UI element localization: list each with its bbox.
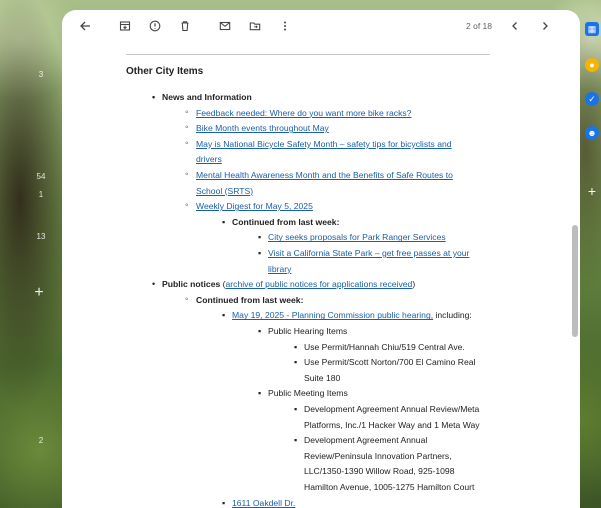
public-notices-heading: Public notices: [162, 279, 221, 290]
list-item: 1611 Oakdell Dr.: [222, 496, 295, 508]
meeting-item-peninsula-cont1: Review/Peninsula Innovation Partners,: [304, 450, 452, 461]
list-item: Bike Month events throughout May: [185, 120, 329, 137]
older-chevron-right-icon[interactable]: [532, 13, 558, 39]
mental-health-link[interactable]: Mental Health Awareness Month and the Be…: [196, 170, 453, 180]
newer-chevron-left-icon[interactable]: [502, 13, 528, 39]
mental-health-link-cont[interactable]: School (SRTS): [196, 186, 253, 196]
list-item: Feedback needed: Where do you want more …: [185, 105, 411, 122]
bike-safety-link-cont[interactable]: drivers: [196, 154, 222, 164]
news-heading: News and Information: [152, 90, 252, 106]
archive-notices-link[interactable]: archive of public notices for applicatio…: [226, 279, 413, 289]
continued-label-notices: Continued from last week:: [185, 292, 303, 309]
add-addon-icon[interactable]: +: [585, 184, 599, 198]
park-ranger-link[interactable]: City seeks proposals for Park Ranger Ser…: [268, 232, 446, 242]
section-divider: [126, 54, 490, 55]
hearing-item-norton-cont: Suite 180: [304, 372, 341, 383]
mark-unread-icon[interactable]: [212, 13, 238, 39]
delete-icon[interactable]: [172, 13, 198, 39]
list-item-continued: School (SRTS): [196, 184, 253, 200]
left-nav-rail: 3 54 1 13 + 2: [0, 0, 62, 508]
meeting-item-meta: Development Agreement Annual Review/Meta: [294, 402, 479, 418]
state-park-link[interactable]: Visit a California State Park – get free…: [268, 248, 469, 258]
message-body: Other City Items News and Information Fe…: [62, 54, 570, 508]
section-title: Other City Items: [126, 66, 204, 77]
meeting-item-peninsula-cont3: Hamilton Avenue, 1005-1275 Hamilton Cour…: [304, 482, 475, 492]
bike-safety-link[interactable]: May is National Bicycle Safety Month – s…: [196, 139, 452, 149]
bike-month-link[interactable]: Bike Month events throughout May: [196, 123, 329, 133]
list-item: City seeks proposals for Park Ranger Ser…: [258, 230, 446, 246]
hearing-suffix: including:: [433, 310, 472, 321]
add-icon[interactable]: +: [30, 284, 48, 302]
meeting-item-peninsula-cont2: LLC/1350-1390 Willow Road, 925-1098: [304, 466, 455, 477]
back-arrow-icon[interactable]: [72, 13, 98, 39]
weekly-digest-link[interactable]: Weekly Digest for May 5, 2025: [196, 201, 313, 211]
planning-commission-link[interactable]: May 19, 2025 - Planning Commission publi…: [232, 310, 433, 320]
continued-label: Continued from last week:: [222, 215, 339, 231]
right-side-panel: ▦ ● ✓ ☻ +: [579, 0, 601, 508]
list-item-continued: library: [268, 262, 291, 278]
keep-icon[interactable]: ●: [585, 58, 599, 72]
message-toolbar: 2 of 18: [62, 10, 580, 42]
tasks-icon[interactable]: ✓: [585, 92, 599, 106]
rail-count-spaces[interactable]: 1: [34, 190, 48, 199]
oakdell-link[interactable]: 1611 Oakdell Dr.: [232, 498, 295, 508]
meeting-items-label: Public Meeting Items: [258, 386, 348, 402]
calendar-icon[interactable]: ▦: [585, 22, 599, 36]
list-item: Weekly Digest for May 5, 2025: [185, 198, 313, 215]
email-reading-pane: 2 of 18 Other City Items News and Inform…: [62, 10, 580, 508]
rail-count-chat[interactable]: 54: [34, 172, 48, 181]
state-park-link-cont[interactable]: library: [268, 264, 291, 274]
list-item: Visit a California State Park – get free…: [258, 246, 469, 262]
move-to-folder-icon[interactable]: [242, 13, 268, 39]
list-item-continued: drivers: [196, 152, 222, 168]
archive-icon[interactable]: [112, 13, 138, 39]
hearing-item-norton: Use Permit/Scott Norton/700 El Camino Re…: [294, 355, 475, 371]
public-notices-item: Public notices (archive of public notice…: [152, 277, 416, 293]
meeting-item-peninsula: Development Agreement Annual: [294, 433, 427, 449]
scrollbar-thumb[interactable]: [572, 225, 578, 337]
hearing-item-chiu: Use Permit/Hannah Chiu/519 Central Ave.: [294, 340, 465, 356]
bike-racks-link[interactable]: Feedback needed: Where do you want more …: [196, 108, 411, 118]
contacts-icon[interactable]: ☻: [585, 126, 599, 140]
meeting-item-meta-cont: Platforms, Inc./1 Hacker Way and 1 Meta …: [304, 419, 480, 430]
list-item: May 19, 2025 - Planning Commission publi…: [222, 308, 472, 324]
message-counter: 2 of 18: [466, 21, 492, 31]
paren-close: ): [412, 279, 416, 290]
list-item: Mental Health Awareness Month and the Be…: [185, 167, 453, 184]
rail-count-inbox[interactable]: 3: [34, 70, 48, 79]
hearing-items-label: Public Hearing Items: [258, 324, 347, 340]
report-spam-icon[interactable]: [142, 13, 168, 39]
rail-count-other[interactable]: 2: [34, 436, 48, 445]
list-item: May is National Bicycle Safety Month – s…: [185, 136, 452, 153]
rail-count-meet[interactable]: 13: [34, 232, 48, 241]
more-options-icon[interactable]: [272, 13, 298, 39]
